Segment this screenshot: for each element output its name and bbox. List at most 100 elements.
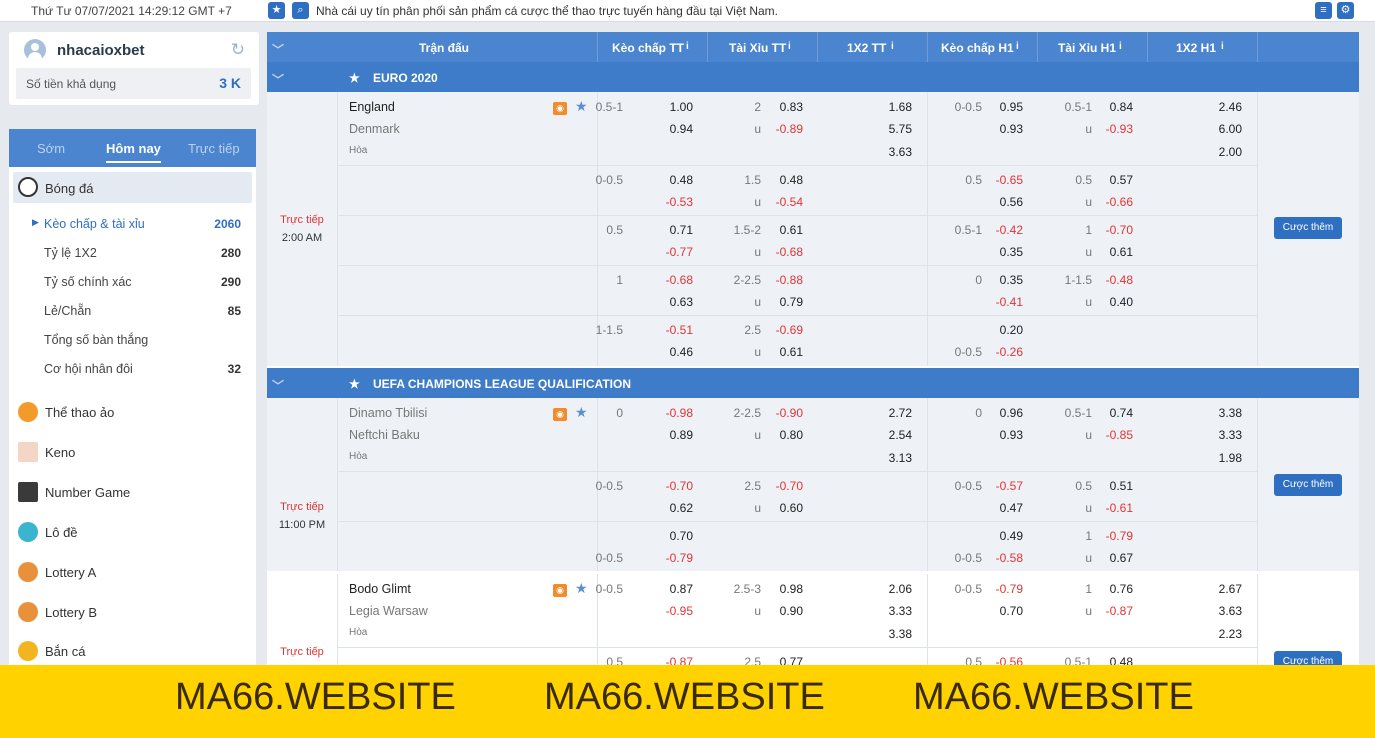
odds-value[interactable]: 3.33 (862, 604, 912, 618)
away-team[interactable]: Neftchi Baku (349, 428, 420, 442)
sidebar-item-keno[interactable]: Keno (45, 445, 75, 460)
odds-value[interactable]: 3.63 (862, 145, 912, 159)
odds-value[interactable]: 0-0.5 (942, 479, 982, 493)
odds-value[interactable]: 2.67 (1192, 582, 1242, 596)
live-stream-icon[interactable]: ◉ (553, 408, 567, 421)
info-icon[interactable]: i (1221, 41, 1224, 52)
tab-live[interactable]: Trực tiếp (188, 141, 240, 156)
odds-value[interactable]: 0.48 (653, 173, 693, 187)
odds-value[interactable]: 0-0.5 (942, 345, 982, 359)
odds-value[interactable]: 3.38 (1192, 406, 1242, 420)
odds-value[interactable]: -0.68 (763, 245, 803, 259)
odds-value[interactable]: -0.69 (763, 323, 803, 337)
sidebar-sub-correct-score[interactable]: Tỷ số chính xác (44, 275, 132, 289)
odds-value[interactable]: 0-0.5 (942, 551, 982, 565)
odds-value[interactable]: 0.70 (653, 529, 693, 543)
odds-value[interactable]: 1-1.5 (1052, 273, 1092, 287)
odds-value[interactable]: 0 (942, 273, 982, 287)
odds-value[interactable]: 3.38 (862, 627, 912, 641)
league-header[interactable]: ﹀ ★ UEFA CHAMPIONS LEAGUE QUALIFICATION (267, 368, 1359, 398)
sidebar-item-fishing[interactable]: Bắn cá (45, 644, 85, 659)
odds-value[interactable]: 0.48 (763, 173, 803, 187)
odds-value[interactable]: 0.90 (763, 604, 803, 618)
sidebar-sub-1x2[interactable]: Tỷ lệ 1X2 (44, 246, 97, 260)
odds-value[interactable]: 2.54 (862, 428, 912, 442)
odds-value[interactable]: 1.00 (653, 100, 693, 114)
sidebar-sub-odd-even[interactable]: Lẻ/Chẵn (44, 304, 91, 318)
odds-value[interactable]: -0.54 (763, 195, 803, 209)
odds-value[interactable]: -0.89 (763, 122, 803, 136)
sidebar-sub-handicap[interactable]: Kèo chấp & tài xỉu (44, 217, 145, 231)
star-icon[interactable]: ★ (349, 71, 360, 85)
odds-value[interactable]: -0.95 (653, 604, 693, 618)
odds-value[interactable]: 0.71 (653, 223, 693, 237)
sidebar-item-lottery-b[interactable]: Lottery B (45, 605, 97, 620)
odds-value[interactable]: -0.70 (653, 479, 693, 493)
odds-value[interactable]: -0.79 (653, 551, 693, 565)
info-icon[interactable]: i (788, 41, 791, 52)
sidebar-item-virtual[interactable]: Thể thao ảo (45, 405, 114, 420)
odds-value[interactable]: 1.98 (1192, 451, 1242, 465)
sidebar-item-lode[interactable]: Lô đề (45, 525, 78, 540)
chevron-down-icon[interactable]: ﹀ (272, 71, 284, 88)
live-stream-icon[interactable]: ◉ (553, 102, 567, 115)
odds-value[interactable]: -0.77 (653, 245, 693, 259)
odds-value[interactable]: 3.13 (862, 451, 912, 465)
odds-value[interactable]: 1 (1052, 582, 1092, 596)
odds-value[interactable]: 0.89 (653, 428, 693, 442)
odds-value[interactable]: u (1052, 122, 1092, 136)
sidebar-item-number-game[interactable]: Number Game (45, 485, 130, 500)
odds-value[interactable]: u (1052, 604, 1092, 618)
odds-value[interactable]: 2.46 (1192, 100, 1242, 114)
search-icon[interactable]: ⌕ (292, 2, 309, 19)
odds-value[interactable]: u (1052, 551, 1092, 565)
odds-value[interactable]: u (1052, 428, 1092, 442)
away-team[interactable]: Legia Warsaw (349, 604, 428, 618)
odds-value[interactable]: 0.5 (1052, 479, 1092, 493)
odds-value[interactable]: 0-0.5 (942, 582, 982, 596)
odds-value[interactable]: 0.60 (763, 501, 803, 515)
odds-value[interactable]: 1 (1052, 223, 1092, 237)
odds-value[interactable]: 0.62 (653, 501, 693, 515)
document-icon[interactable]: ≡ (1315, 2, 1332, 19)
odds-value[interactable]: -0.88 (763, 273, 803, 287)
odds-value[interactable]: 1 (1052, 529, 1092, 543)
odds-value[interactable]: -0.51 (653, 323, 693, 337)
gear-icon[interactable]: ⚙ (1337, 2, 1354, 19)
odds-value[interactable]: 5.75 (862, 122, 912, 136)
info-icon[interactable]: i (1016, 41, 1019, 52)
odds-value[interactable]: -0.98 (653, 406, 693, 420)
info-icon[interactable]: i (686, 41, 689, 52)
odds-value[interactable]: -0.53 (653, 195, 693, 209)
odds-value[interactable]: u (1052, 501, 1092, 515)
odds-value[interactable]: 0.61 (763, 345, 803, 359)
star-icon[interactable]: ★ (349, 377, 360, 391)
odds-value[interactable]: u (1052, 195, 1092, 209)
odds-value[interactable]: 0.46 (653, 345, 693, 359)
odds-value[interactable]: 2.00 (1192, 145, 1242, 159)
sidebar-sub-total-goals[interactable]: Tổng số bàn thắng (44, 333, 148, 347)
odds-value[interactable]: 0.63 (653, 295, 693, 309)
odds-value[interactable]: -0.68 (653, 273, 693, 287)
odds-value[interactable]: 0.87 (653, 582, 693, 596)
odds-value[interactable]: u (1052, 245, 1092, 259)
info-icon[interactable]: i (1119, 41, 1122, 52)
odds-value[interactable]: 2.23 (1192, 627, 1242, 641)
live-stream-icon[interactable]: ◉ (553, 584, 567, 597)
odds-value[interactable]: -0.70 (763, 479, 803, 493)
chevron-down-icon[interactable]: ﹀ (272, 41, 284, 58)
info-icon[interactable]: i (891, 41, 894, 52)
odds-value[interactable]: 0.61 (763, 223, 803, 237)
odds-value[interactable]: u (1052, 295, 1092, 309)
home-team[interactable]: Bodo Glimt (349, 582, 411, 596)
odds-value[interactable]: 0.5-1 (1052, 100, 1092, 114)
odds-value[interactable]: -0.90 (763, 406, 803, 420)
sidebar-item-lottery-a[interactable]: Lottery A (45, 565, 96, 580)
odds-value[interactable]: 3.63 (1192, 604, 1242, 618)
sidebar-sub-double-chance[interactable]: Cơ hội nhân đôi (44, 362, 133, 376)
odds-value[interactable]: 2.72 (862, 406, 912, 420)
league-header[interactable]: ﹀ ★ EURO 2020 (267, 62, 1359, 92)
odds-value[interactable]: 6.00 (1192, 122, 1242, 136)
odds-value[interactable]: 0 (942, 406, 982, 420)
odds-value[interactable]: 2.06 (862, 582, 912, 596)
